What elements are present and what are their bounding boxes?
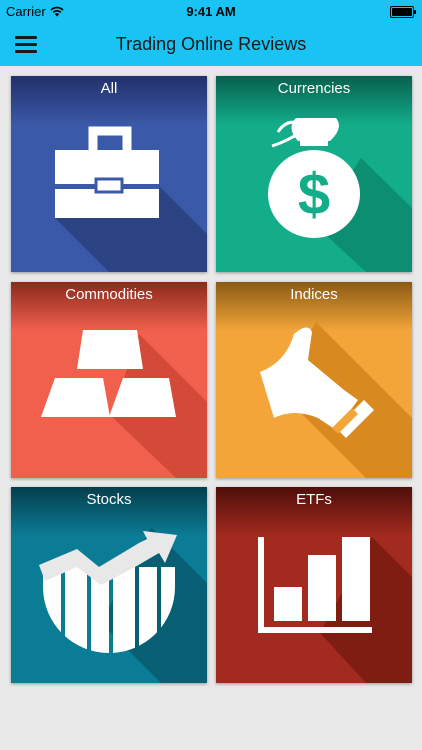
bar-chart-icon	[216, 487, 412, 683]
tile-indices[interactable]: Indices	[216, 282, 412, 478]
tile-stocks[interactable]: Stocks	[11, 487, 207, 683]
page-title: Trading Online Reviews	[115, 34, 307, 54]
tile-etfs[interactable]: ETFs	[216, 487, 412, 683]
gold-bars-icon	[11, 282, 207, 478]
tile-all[interactable]: All	[11, 76, 207, 272]
nav-bar: Trading Online Reviews	[0, 22, 422, 66]
tile-label: All	[100, 80, 118, 97]
clock: 9:41 AM	[186, 4, 236, 19]
svg-text:$: $	[298, 162, 330, 227]
stock-chart-icon	[11, 487, 207, 683]
tile-commodities[interactable]: Commodities	[11, 282, 207, 478]
tile-label: Currencies	[277, 80, 351, 97]
thumbs-up-icon	[216, 282, 412, 478]
tile-currencies[interactable]: $ Currencies	[216, 76, 412, 272]
briefcase-icon	[11, 76, 207, 272]
tile-label: Indices	[290, 286, 338, 303]
tile-label: Commodities	[65, 286, 153, 303]
money-bag-icon: $	[216, 76, 412, 272]
tile-label: ETFs	[296, 491, 332, 508]
battery-icon	[390, 6, 416, 18]
status-bar: Carrier 9:41 AM	[0, 0, 422, 22]
tile-label: Stocks	[86, 491, 132, 508]
